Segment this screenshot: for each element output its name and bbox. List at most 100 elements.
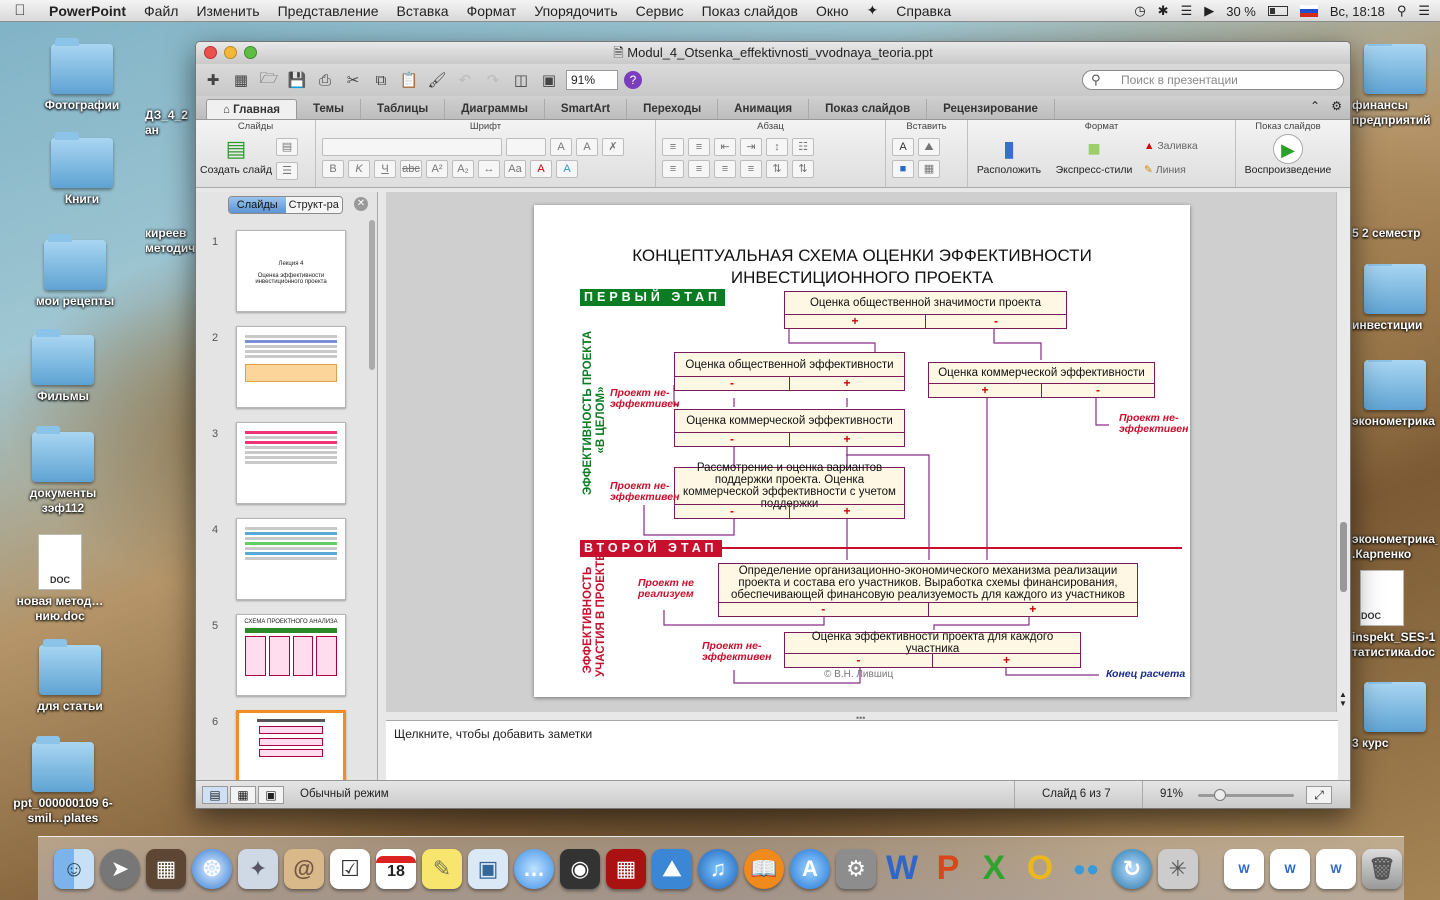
close-window-button[interactable] (204, 46, 217, 59)
columns-icon[interactable]: ☷ (792, 138, 814, 156)
sync-icon[interactable]: ↻ (1112, 848, 1152, 889)
quick-styles-button[interactable]: ■ Экспресс-стили (1054, 134, 1134, 176)
align-right-icon[interactable]: ≡ (714, 160, 736, 178)
spotlight-icon[interactable]: ⚲ (1397, 3, 1407, 19)
open-icon[interactable]: 🗁 (258, 69, 280, 91)
align-left-icon[interactable]: ≡ (662, 160, 684, 178)
word-icon[interactable]: W (882, 849, 922, 889)
desktop-folder[interactable]: 5 2 семестр (1352, 172, 1438, 241)
layout-button[interactable]: ▤ (276, 138, 298, 156)
dock-document-2-icon[interactable]: W (1270, 848, 1310, 889)
notes-icon[interactable]: ✎ (422, 848, 462, 889)
tab-slideshow[interactable]: Показ слайдов (809, 99, 928, 119)
slide-thumbnail-4[interactable] (236, 518, 346, 600)
collapse-ribbon-icon[interactable]: ⌃ (1310, 99, 1320, 113)
italic-icon[interactable]: K (348, 160, 370, 178)
dock-document-3-icon[interactable]: W (1316, 848, 1356, 889)
apple-menu-icon[interactable]:  (0, 2, 40, 19)
close-panel-icon[interactable]: ✕ (354, 197, 368, 211)
slide-vertical-scrollbar[interactable]: ▲ ▼ (1336, 192, 1350, 712)
menu-slideshow[interactable]: Показ слайдов (693, 3, 807, 19)
copy-icon[interactable]: ⧉ (370, 69, 392, 91)
notification-center-icon[interactable]: ☰ (1418, 3, 1430, 19)
slide-thumbnail-1[interactable]: Лекция 4 Оценка эффективности инвестицио… (236, 230, 346, 312)
play-slideshow-button[interactable]: ▶ Воспроизведение (1236, 134, 1340, 176)
desktop-folder[interactable]: эконометрика (1352, 360, 1438, 429)
save-icon[interactable]: 💾 (286, 69, 308, 91)
tab-charts[interactable]: Диаграммы (445, 99, 545, 119)
facetime-icon[interactable]: ◉ (560, 848, 600, 889)
font-size-select[interactable] (506, 138, 546, 156)
help-icon[interactable]: ? (624, 71, 642, 89)
zoom-window-button[interactable] (244, 46, 257, 59)
trash-icon[interactable]: 🗑 (1362, 848, 1402, 889)
toolbox-icon[interactable]: ▣ (538, 69, 560, 91)
fill-button[interactable]: ▲ Заливка (1144, 140, 1198, 152)
bold-icon[interactable]: B (322, 160, 344, 178)
cut-icon[interactable]: ✂ (342, 69, 364, 91)
slide-sorter-button[interactable]: ▦ (230, 786, 256, 804)
line-button[interactable]: ✎ Линия (1144, 164, 1198, 176)
tab-home[interactable]: ⌂ Главная (206, 99, 297, 119)
excel-icon[interactable]: X (974, 849, 1014, 889)
tab-themes[interactable]: Темы (297, 99, 361, 119)
templates-icon[interactable]: ▦ (230, 69, 252, 91)
script-icon[interactable]: ✦ (858, 2, 888, 19)
minimize-window-button[interactable] (224, 46, 237, 59)
messages-icon[interactable]: … (514, 848, 554, 889)
calendar-icon[interactable]: 18 (376, 848, 416, 889)
subscript-icon[interactable]: A₂ (452, 160, 474, 178)
system-preferences-icon[interactable]: ⚙ (836, 848, 876, 889)
clock[interactable]: Вс, 18:18 (1330, 4, 1385, 19)
time-machine-icon[interactable]: ◷ (1134, 3, 1145, 19)
menu-insert[interactable]: Вставка (388, 3, 458, 19)
battery-status[interactable]: 30 % (1226, 4, 1256, 19)
shape-icon[interactable]: ■ (892, 160, 914, 178)
desktop-folder[interactable]: Книги (27, 132, 137, 207)
fit-window-button[interactable]: ⤢ (1306, 786, 1332, 804)
font-color-icon[interactable]: A (530, 160, 552, 178)
increase-indent-icon[interactable]: ⇥ (740, 138, 762, 156)
desktop-folder[interactable]: ppt_000000109 6-smil…plates (8, 736, 118, 826)
underline-icon[interactable]: Ч (374, 160, 396, 178)
slide-thumbnail-6[interactable] (236, 710, 346, 780)
wifi-icon[interactable]: ☰ (1181, 3, 1193, 19)
mail-bird-icon[interactable]: ✦ (238, 848, 278, 889)
desktop-folder[interactable]: Фильмы (8, 329, 118, 404)
desktop-document[interactable]: DOC новая метод…нию.doc (5, 534, 115, 624)
menu-tools[interactable]: Сервис (627, 3, 693, 19)
numbering-icon[interactable]: ≡ (688, 138, 710, 156)
undo-icon[interactable]: ↶ (454, 69, 476, 91)
slide-6[interactable]: КОНЦЕПТУАЛЬНАЯ СХЕМА ОЦЕНКИ ЭФФЕКТИВНОСТ… (534, 205, 1190, 697)
arrange-button[interactable]: ▮ Расположить (974, 134, 1044, 176)
menu-help[interactable]: Справка (887, 3, 960, 19)
tab-slides-panel[interactable]: Слайды (229, 197, 286, 213)
menu-file[interactable]: Файл (135, 3, 187, 19)
tab-tables[interactable]: Таблицы (361, 99, 446, 119)
tab-review[interactable]: Рецензирование (927, 99, 1055, 119)
slide-thumbnail-2[interactable] (236, 326, 346, 408)
dock-document-1-icon[interactable]: W (1224, 848, 1264, 889)
app-store-icon[interactable]: A (790, 848, 830, 889)
menu-arrange[interactable]: Упорядочить (525, 3, 626, 19)
outlook-icon[interactable]: O (1020, 849, 1060, 889)
window-titlebar[interactable]: 🗎 Modul_4_Otsenka_effektivnosti_vvodnaya… (196, 42, 1350, 64)
zoom-slider[interactable] (1198, 789, 1294, 801)
new-slide-button[interactable]: ▤ Создать слайд (196, 134, 276, 180)
new-icon[interactable]: ✚ (202, 69, 224, 91)
desktop-item-partial[interactable]: киреев методич (145, 226, 195, 256)
reminders-icon[interactable]: ☑ (330, 848, 370, 889)
paste-icon[interactable]: 📋 (398, 69, 420, 91)
bullets-icon[interactable]: ≡ (662, 138, 684, 156)
slide-thumbnail-5[interactable]: СХЕМА ПРОЕКТНОГО АНАЛИЗА (236, 614, 346, 696)
font-name-select[interactable] (322, 138, 502, 156)
align-text-icon[interactable]: ⇅ (792, 160, 814, 178)
text-effects-icon[interactable]: A (556, 160, 578, 178)
iphoto-icon[interactable]: ⛰ (652, 848, 692, 889)
launchpad-icon[interactable]: ➤ (100, 848, 140, 889)
menu-app-name[interactable]: PowerPoint (40, 3, 135, 19)
section-button[interactable]: ☰ (276, 162, 298, 180)
photo-booth-2-icon[interactable]: ▦ (606, 848, 646, 889)
desktop-folder[interactable]: 3 курс (1352, 682, 1438, 751)
desktop-folder[interactable]: для статьи (15, 639, 125, 714)
